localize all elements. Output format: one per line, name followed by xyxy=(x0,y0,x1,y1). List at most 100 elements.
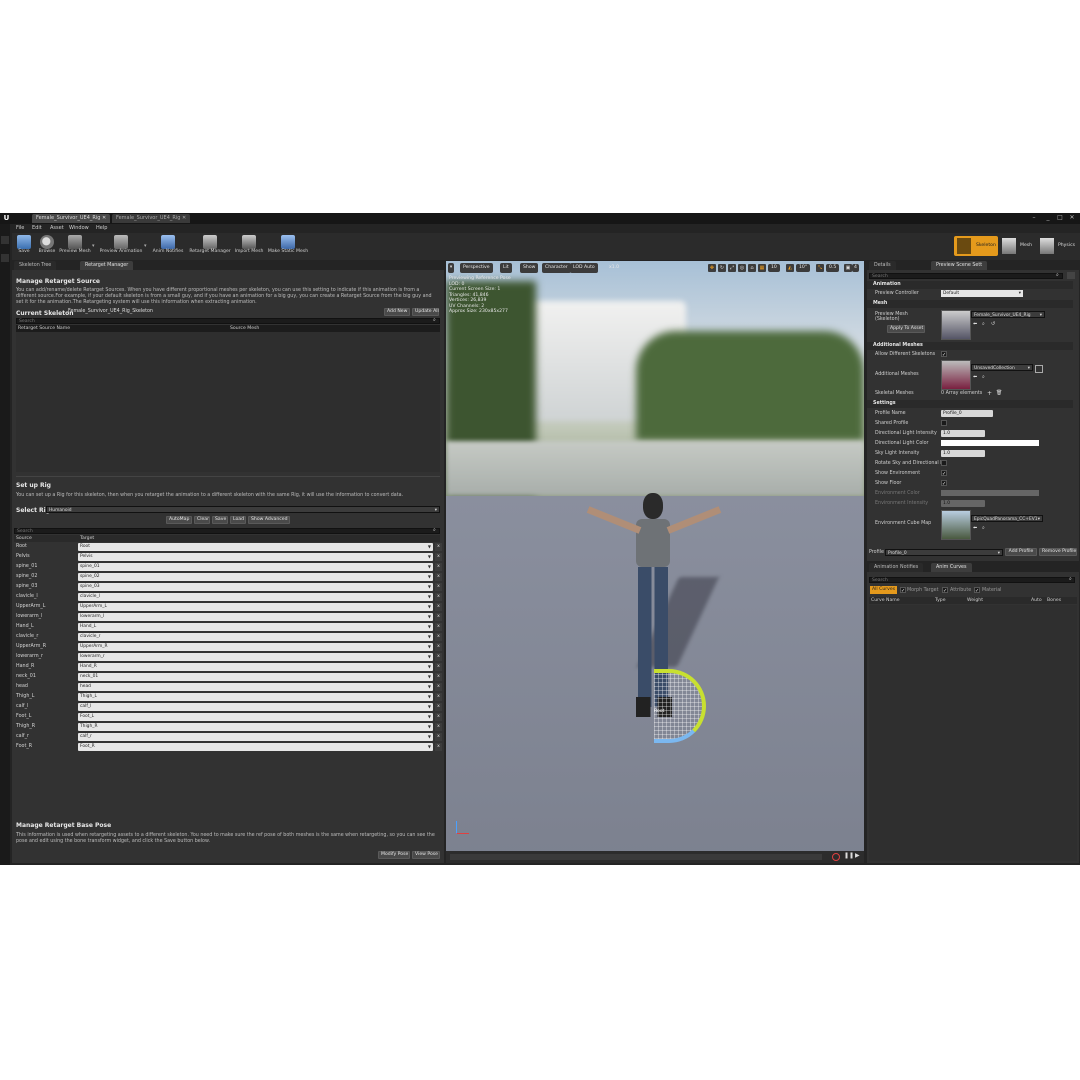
preview-mesh-dropdown[interactable]: Female_Survivor_UE4_Rig ▾ xyxy=(971,311,1045,318)
rig-target-dropdown[interactable]: head ▼ xyxy=(78,683,433,691)
profile-name-input[interactable]: Profile_0 xyxy=(941,410,993,417)
show-environment-checkbox[interactable]: ✓ xyxy=(941,470,947,477)
remove-profile-button[interactable]: Remove Profile xyxy=(1039,548,1077,556)
clear-mapping-button[interactable]: x xyxy=(435,553,442,561)
profile-dropdown[interactable]: Profile_0 ▾ xyxy=(885,549,1003,556)
apply-to-asset-button[interactable]: Apply To Asset xyxy=(887,325,925,333)
load-rig-button[interactable]: Load xyxy=(230,516,246,524)
retarget-source-search-input[interactable]: Search xyxy=(16,318,440,324)
lit-button[interactable]: Lit xyxy=(500,263,512,273)
rig-target-dropdown[interactable]: clavicle_r ▼ xyxy=(78,633,433,641)
col-auto[interactable]: Auto xyxy=(1031,597,1042,604)
view-pose-button[interactable]: View Pose xyxy=(412,851,440,859)
anim-notifies-button[interactable]: Anim Notifies xyxy=(152,234,184,259)
filter-material[interactable]: Material xyxy=(982,588,1002,593)
mode-mesh-button[interactable]: Mesh xyxy=(1000,236,1036,256)
viewport-options-button[interactable]: ▾ xyxy=(448,263,454,273)
rig-target-dropdown[interactable]: spine_02 ▼ xyxy=(78,573,433,581)
clear-mapping-button[interactable]: x xyxy=(435,573,442,581)
grid-snap-icon[interactable]: ▦ xyxy=(758,264,766,272)
col-weight[interactable]: Weight xyxy=(967,597,983,604)
clear-mapping-button[interactable]: x xyxy=(435,593,442,601)
scale-icon[interactable]: ⤢ xyxy=(728,264,736,272)
directional-light-intensity-input[interactable]: 1.0 xyxy=(941,430,985,437)
col-source-name[interactable]: Retarget Source Name xyxy=(18,325,70,332)
menu-asset[interactable]: Asset xyxy=(50,224,64,233)
clear-mapping-button[interactable]: x xyxy=(435,643,442,651)
document-tab-2[interactable]: Female_Survivor_UE4_Rig ✕ xyxy=(112,214,191,223)
show-advanced-button[interactable]: Show Advanced xyxy=(248,516,290,524)
lod-auto-button[interactable]: LOD Auto xyxy=(570,263,598,273)
additional-meshes-thumbnail[interactable] xyxy=(941,360,971,390)
rig-target-dropdown[interactable]: Thigh_L ▼ xyxy=(78,693,433,701)
show-floor-checkbox[interactable]: ✓ xyxy=(941,480,947,487)
select-rig-dropdown[interactable]: Humanoid ▾ xyxy=(46,506,440,513)
panel-toggle-icon[interactable] xyxy=(1,236,9,244)
perspective-button[interactable]: Perspective xyxy=(460,263,493,273)
import-mesh-button[interactable]: Import Mesh xyxy=(234,234,264,259)
playback-speed-button[interactable]: x1.0 xyxy=(606,263,622,273)
clear-mapping-button[interactable]: x xyxy=(435,743,442,751)
col-source[interactable]: Source xyxy=(16,535,32,542)
rotation-snap-icon[interactable]: ◭ xyxy=(786,264,794,272)
directional-light-color-swatch[interactable] xyxy=(941,440,1039,446)
tab-animation-notifies[interactable]: Animation Notifies xyxy=(869,563,924,572)
filter-all-curves[interactable]: All Curves xyxy=(870,586,898,594)
delete-icon[interactable]: 🗑 xyxy=(996,390,1002,396)
rig-target-dropdown[interactable]: lowerarm_r ▼ xyxy=(78,653,433,661)
clear-mapping-button[interactable]: x xyxy=(435,633,442,641)
browse-asset-icon[interactable]: ⌕ xyxy=(982,374,985,380)
attribute-checkbox[interactable]: ✓ xyxy=(942,587,948,594)
environment-intensity-input[interactable]: 1.0 xyxy=(941,500,985,507)
mode-skeleton-button[interactable]: Skeleton xyxy=(954,236,998,256)
morph-target-checkbox[interactable]: ✓ xyxy=(900,587,906,594)
environment-cube-map-dropdown[interactable]: EpicQuadPanorama_CC+EV1 ▾ xyxy=(971,515,1043,522)
rig-target-dropdown[interactable]: Hand_L ▼ xyxy=(78,623,433,631)
clear-mapping-button[interactable]: x xyxy=(435,653,442,661)
menu-window[interactable]: Window xyxy=(69,224,89,233)
details-search-input[interactable]: Search xyxy=(869,273,1063,279)
sky-light-intensity-input[interactable]: 1.0 xyxy=(941,450,985,457)
rotate-icon[interactable]: ↻ xyxy=(718,264,726,272)
save-button[interactable]: Save xyxy=(14,234,34,259)
use-selected-icon[interactable]: ⬅ xyxy=(973,525,977,531)
preview-animation-button[interactable]: Preview Animation xyxy=(98,234,144,259)
rig-target-dropdown[interactable]: calf_l ▼ xyxy=(78,703,433,711)
rig-target-dropdown[interactable]: Thigh_R ▼ xyxy=(78,723,433,731)
clear-mapping-button[interactable]: x xyxy=(435,543,442,551)
chevron-down-icon[interactable]: ▾ xyxy=(92,243,95,249)
col-curve-name[interactable]: Curve Name xyxy=(871,597,900,604)
clear-mapping-button[interactable]: x xyxy=(435,683,442,691)
menu-help[interactable]: Help xyxy=(96,224,107,233)
minimize-button[interactable]: _ xyxy=(1044,214,1052,222)
step-forward-icon[interactable]: ▶ xyxy=(855,852,860,859)
timeline-bar[interactable]: ❚❚ ▶ xyxy=(446,851,864,863)
tab-preview-scene-settings[interactable]: Preview Scene Sett xyxy=(931,261,988,270)
rig-search-input[interactable]: Search xyxy=(14,528,440,534)
section-settings[interactable]: Settings xyxy=(867,400,1073,408)
rig-target-dropdown[interactable]: clavicle_l ▼ xyxy=(78,593,433,601)
tab-skeleton-tree[interactable]: Skeleton Tree xyxy=(14,261,57,270)
preview-mesh-thumbnail[interactable] xyxy=(941,310,971,340)
filter-morph-target[interactable]: Morph Target xyxy=(907,588,939,593)
col-bones[interactable]: Bones xyxy=(1047,597,1061,604)
environment-color-swatch[interactable] xyxy=(941,490,1039,496)
add-new-button[interactable]: Add New xyxy=(384,308,410,316)
clear-mapping-button[interactable]: x xyxy=(435,663,442,671)
add-profile-button[interactable]: Add Profile xyxy=(1005,548,1037,556)
menu-edit[interactable]: Edit xyxy=(32,224,42,233)
section-additional-meshes[interactable]: Additional Meshes xyxy=(867,342,1073,350)
modify-pose-button[interactable]: Modify Pose xyxy=(378,851,410,859)
retarget-manager-button[interactable]: Retarget Manager xyxy=(188,234,232,259)
use-selected-icon[interactable]: ⬅ xyxy=(973,321,977,327)
camera-speed-value[interactable]: 4 xyxy=(852,264,859,272)
col-type[interactable]: Type xyxy=(935,597,946,604)
clear-mapping-button[interactable]: x xyxy=(435,733,442,741)
allow-different-skeletons-checkbox[interactable]: ✓ xyxy=(941,351,947,358)
clear-mapping-button[interactable]: x xyxy=(435,673,442,681)
rig-target-dropdown[interactable]: spine_03 ▼ xyxy=(78,583,433,591)
filter-attribute[interactable]: Attribute xyxy=(950,588,971,593)
reset-icon[interactable]: ↺ xyxy=(991,321,995,327)
shared-profile-checkbox[interactable] xyxy=(941,420,947,426)
translate-icon[interactable]: ✥ xyxy=(708,264,716,272)
